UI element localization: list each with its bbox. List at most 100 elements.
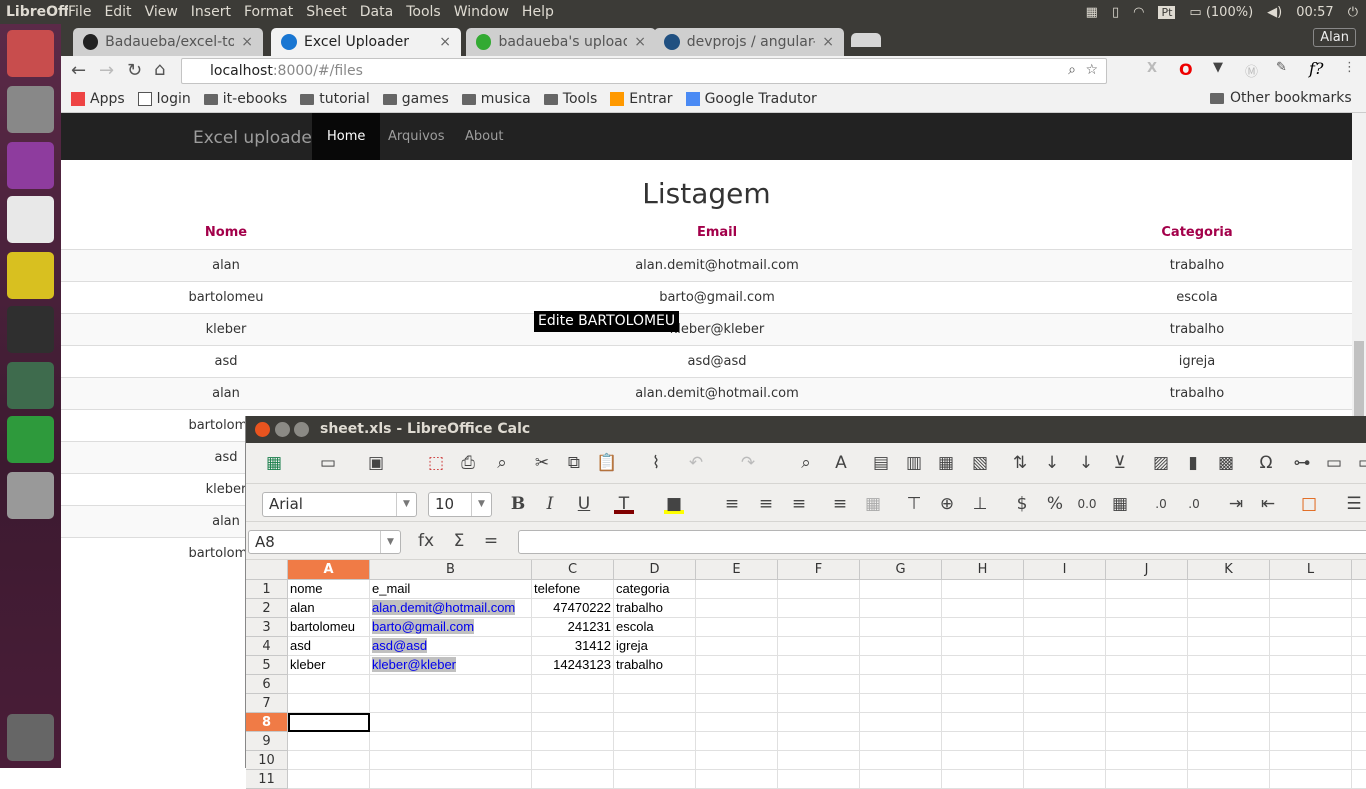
rhythmbox-icon[interactable] [7,252,54,299]
cell-F10[interactable] [778,751,860,770]
special-character-icon[interactable]: Ω [1256,453,1276,473]
bookmark-6[interactable]: Tools [543,91,597,107]
cell-C3[interactable]: 241231 [532,618,614,637]
cell-C5[interactable]: 14243123 [532,656,614,675]
delete-rows-icon[interactable]: ▧ [970,453,990,473]
minimize-window-button[interactable] [275,422,290,437]
extension-m-icon[interactable]: Ⓜ [1245,61,1258,80]
row-header-3[interactable]: 3 [246,618,288,637]
clock[interactable]: 00:57 [1296,5,1333,20]
menu-format[interactable]: Format [244,4,293,20]
close-tab-icon[interactable]: × [241,34,253,50]
cell-D8[interactable] [614,713,696,732]
cell-A2[interactable]: alan [288,599,370,618]
cell-I9[interactable] [1024,732,1106,751]
volume-icon[interactable]: ◀) [1267,5,1282,20]
wifi-icon[interactable]: ◠ [1133,5,1144,20]
menu-edit[interactable]: Edit [104,4,131,20]
cell-L11[interactable] [1270,770,1352,789]
table-row[interactable]: kleber kleber@kleber trabalho [61,313,1352,345]
print-preview-icon[interactable]: ⌕ [492,453,512,473]
cell-A1[interactable]: nome [288,580,370,599]
cell-E11[interactable] [696,770,778,789]
profile-button[interactable]: Alan [1313,28,1356,47]
open-icon[interactable]: ▭ [318,453,338,473]
cell-B10[interactable] [370,751,532,770]
formula-input[interactable] [518,530,1366,554]
border-style-icon[interactable]: ☰ [1344,494,1364,514]
align-center-icon[interactable]: ≡ [756,494,776,514]
cell-B11[interactable] [370,770,532,789]
increase-indent-icon[interactable]: ⇥ [1226,494,1246,514]
cell-K11[interactable] [1188,770,1270,789]
wrap-text-icon[interactable]: ≡ [830,494,850,514]
cell-L8[interactable] [1270,713,1352,732]
align-right-icon[interactable]: ≡ [789,494,809,514]
table-row[interactable]: alan alan.demit@hotmail.com trabalho [61,249,1352,281]
cell-C4[interactable]: 31412 [532,637,614,656]
column-header-M[interactable] [1352,560,1366,580]
cell-J2[interactable] [1106,599,1188,618]
pivot-table-icon[interactable]: ▩ [1216,453,1236,473]
table-row[interactable]: asd asd@asd igreja [61,345,1352,377]
row-header-9[interactable]: 9 [246,732,288,751]
cell-E7[interactable] [696,694,778,713]
table-row[interactable]: alan alan.demit@hotmail.com trabalho [61,377,1352,409]
cell-C2[interactable]: 47470222 [532,599,614,618]
cell-I5[interactable] [1024,656,1106,675]
sum-icon[interactable]: Σ [449,531,469,551]
bookmark-1[interactable]: login [137,91,191,107]
atom-icon[interactable] [7,362,54,409]
cell-G10[interactable] [860,751,942,770]
hyperlink[interactable]: asd@asd [372,638,428,653]
font-size-select[interactable]: 10 ▼ [428,492,492,517]
paste-icon[interactable]: 📋 [596,453,617,473]
cell-L4[interactable] [1270,637,1352,656]
cell-A7[interactable] [288,694,370,713]
cell-B6[interactable] [370,675,532,694]
table-row[interactable]: bartolomeu barto@gmail.com escola [61,281,1352,313]
cell-G3[interactable] [860,618,942,637]
cell-E1[interactable] [696,580,778,599]
cell-E8[interactable] [696,713,778,732]
cell-F8[interactable] [778,713,860,732]
row-header-11[interactable]: 11 [246,770,288,789]
cell-G8[interactable] [860,713,942,732]
cell-G9[interactable] [860,732,942,751]
cell-B5[interactable]: kleber@kleber [370,656,532,675]
cell-A8[interactable] [288,713,370,732]
spreadsheet-grid[interactable]: A B C D E F G H I J K L 1 nome e_mail telefone categoria… [246,560,1366,789]
column-header-E[interactable]: E [696,560,778,580]
cell-A6[interactable] [288,675,370,694]
cell-A9[interactable] [288,732,370,751]
merge-cells-icon[interactable]: ▦ [863,494,883,514]
cell-M6[interactable] [1352,675,1366,694]
terminal-icon[interactable] [7,306,54,353]
cell-M9[interactable] [1352,732,1366,751]
align-middle-icon[interactable]: ⊕ [937,494,957,514]
sort-descending-icon[interactable]: ↓ [1076,453,1096,473]
currency-icon[interactable]: $ [1012,494,1032,514]
column-header-C[interactable]: C [532,560,614,580]
headers-footers-icon[interactable]: ▭ [1356,453,1366,473]
column-header-D[interactable]: D [614,560,696,580]
hyperlink[interactable]: barto@gmail.com [372,619,475,634]
row-header-4[interactable]: 4 [246,637,288,656]
column-header-K[interactable]: K [1188,560,1270,580]
cell-K9[interactable] [1188,732,1270,751]
cell-H10[interactable] [942,751,1024,770]
comment-icon[interactable]: ▭ [1324,453,1344,473]
cell-H1[interactable] [942,580,1024,599]
italic-icon[interactable]: I [540,494,560,514]
cell-D7[interactable] [614,694,696,713]
find-replace-icon[interactable]: ⌕ [796,453,816,473]
cell-K1[interactable] [1188,580,1270,599]
cell-H4[interactable] [942,637,1024,656]
cell-F6[interactable] [778,675,860,694]
cell-J8[interactable] [1106,713,1188,732]
cell-F9[interactable] [778,732,860,751]
bookmark-4[interactable]: games [382,91,449,107]
cell-I2[interactable] [1024,599,1106,618]
cell-D5[interactable]: trabalho [614,656,696,675]
cell-H6[interactable] [942,675,1024,694]
